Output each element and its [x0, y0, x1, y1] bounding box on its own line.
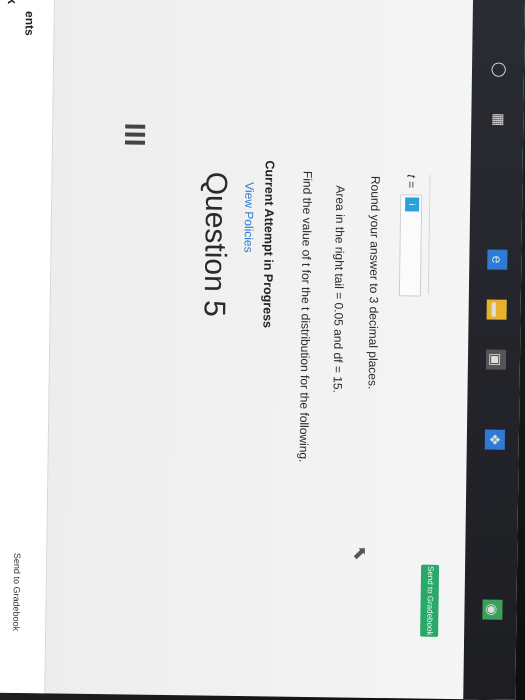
- view-policies-link[interactable]: View Policies: [241, 182, 256, 253]
- nav-item-a[interactable]: k: [5, 0, 20, 4]
- file-explorer-icon[interactable]: ▬: [486, 299, 507, 320]
- chrome-icon[interactable]: ◉: [482, 599, 503, 620]
- question-area: Area in the right tail = 0.05 and df = 1…: [330, 185, 348, 394]
- info-icon[interactable]: i: [405, 197, 420, 212]
- photo-frame: ◯ ▦ e ▬ ▣ ❖ ◉ k ents Send to Gradebook Q…: [0, 0, 525, 700]
- send-to-gradebook-top[interactable]: Send to Gradebook: [11, 553, 22, 631]
- nav-item-assignments[interactable]: ents: [22, 11, 36, 36]
- menu-icon[interactable]: [124, 124, 146, 148]
- divider: [427, 174, 431, 295]
- task-view-icon[interactable]: ▦: [489, 110, 509, 130]
- attempt-status: Current Attempt in Progress: [260, 160, 277, 329]
- dropbox-icon[interactable]: ❖: [484, 429, 505, 450]
- cursor-icon: ⬉: [350, 545, 371, 561]
- screen: ◯ ▦ e ▬ ▣ ❖ ◉ k ents Send to Gradebook Q…: [0, 0, 525, 700]
- question-title: Question 5: [197, 171, 233, 318]
- answer-row: t = i: [396, 174, 423, 324]
- send-to-gradebook-button[interactable]: Send to Gradebook: [420, 564, 440, 637]
- question-round: Round your answer to 3 decimal places.: [365, 175, 383, 390]
- search-circle-icon[interactable]: ◯: [490, 60, 510, 80]
- left-nav: [0, 0, 56, 694]
- t-label: t =: [404, 174, 419, 189]
- edge-icon[interactable]: e: [487, 249, 508, 270]
- store-icon[interactable]: ▣: [485, 349, 507, 370]
- taskbar: ◯ ▦ e ▬ ▣ ❖ ◉: [463, 0, 525, 700]
- question-prompt: Find the value of t for the t distributi…: [296, 170, 315, 463]
- answer-input[interactable]: i: [398, 194, 423, 297]
